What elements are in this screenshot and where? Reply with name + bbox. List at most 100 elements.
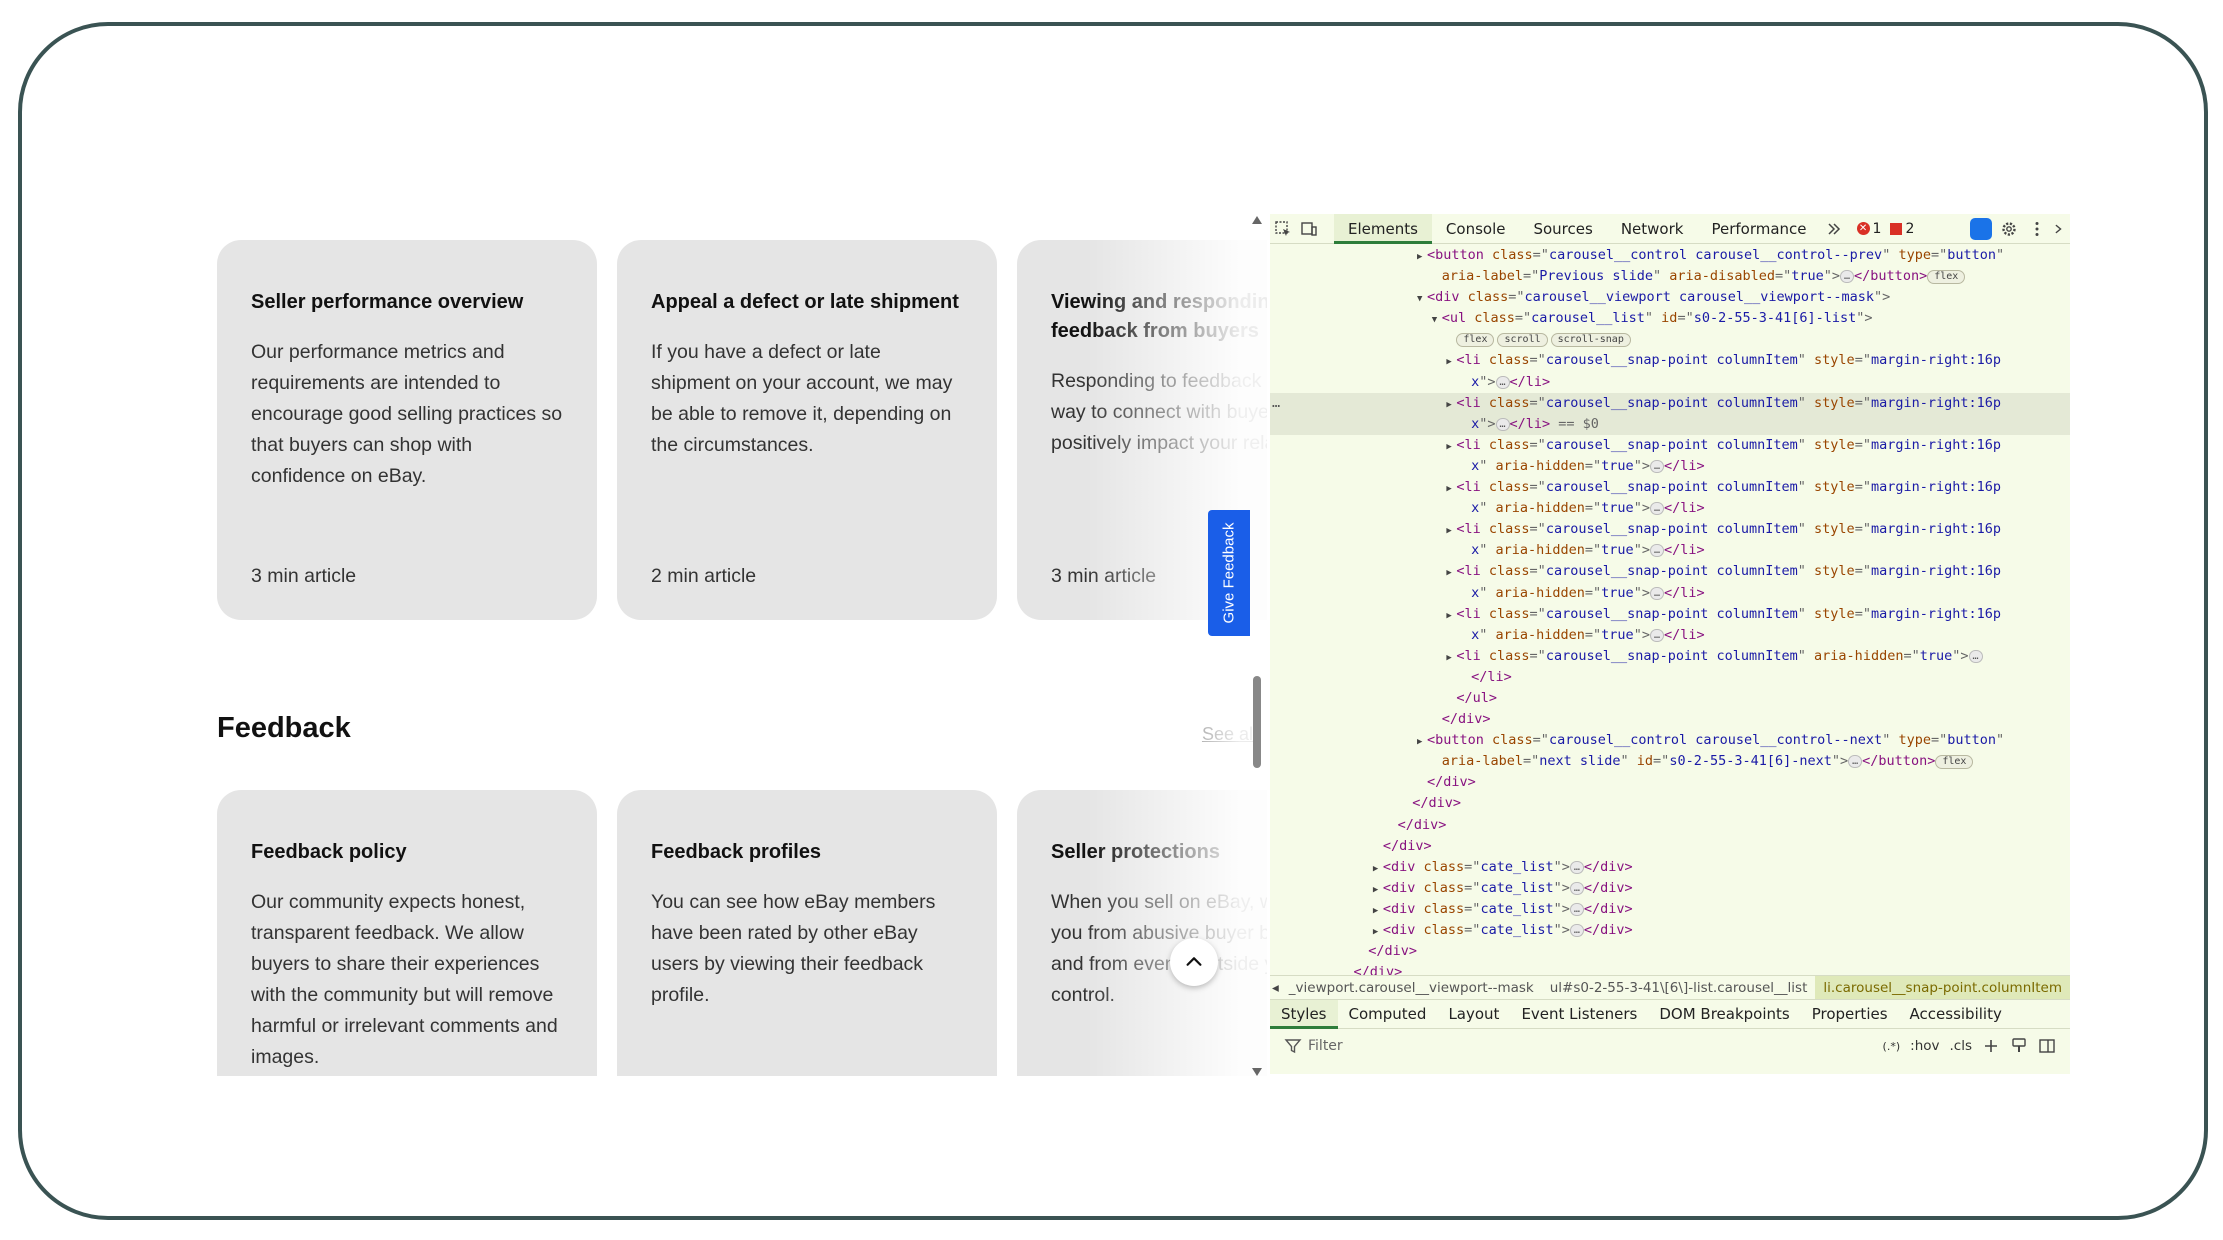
dom-node-line[interactable]: </div> <box>1270 793 2070 814</box>
give-feedback-button[interactable]: Give Feedback <box>1208 510 1250 636</box>
scroll-down-arrow-icon[interactable] <box>1252 1068 1262 1076</box>
collapsed-children-icon[interactable]: … <box>1495 375 1510 389</box>
plus-icon[interactable] <box>1982 1037 2000 1055</box>
layout-badge[interactable]: flex <box>1935 755 1974 770</box>
expand-right-icon[interactable]: ▶ <box>1446 479 1456 500</box>
tab-elements[interactable]: Elements <box>1334 213 1432 244</box>
collapsed-children-icon[interactable]: … <box>1569 924 1584 937</box>
dom-node-line[interactable]: </div> <box>1270 815 2070 836</box>
subtab-accessibility[interactable]: Accessibility <box>1899 1000 2013 1029</box>
expand-right-icon[interactable]: ▶ <box>1417 247 1427 268</box>
expand-right-icon[interactable]: ▶ <box>1446 437 1456 458</box>
expand-right-icon[interactable]: ▶ <box>1446 395 1456 416</box>
gear-icon[interactable] <box>1996 216 2022 242</box>
layout-badge[interactable]: scroll-snap <box>1550 333 1631 348</box>
tab-performance[interactable]: Performance <box>1697 214 1820 244</box>
dom-node-line[interactable]: ▶ <li class="carousel__snap-point columnI… <box>1270 477 2070 498</box>
expand-down-icon[interactable]: ▼ <box>1417 289 1427 310</box>
subtab-styles[interactable]: Styles <box>1270 999 1338 1029</box>
dom-node-line[interactable]: </div> <box>1270 941 2070 962</box>
dom-tree[interactable]: ▶ <button class="carousel__control carous… <box>1270 245 2070 975</box>
dom-node-line[interactable]: x" aria-hidden="true">… </li> <box>1270 583 2070 604</box>
kebab-menu-icon[interactable] <box>2024 216 2050 242</box>
dom-node-line[interactable]: ▼ <ul class="carousel__list" id="s0-2-55-… <box>1270 308 2070 329</box>
inspect-element-icon[interactable] <box>1270 216 1296 242</box>
dom-node-line[interactable]: ▶ <div class="cate_list">… </div> <box>1270 878 2070 899</box>
breadcrumb-item-selected[interactable]: li.carousel__snap-point.columnItem <box>1815 976 2070 999</box>
dom-node-line[interactable]: ▶ <li class="carousel__snap-point columnI… <box>1270 604 2070 625</box>
layout-badge[interactable]: flex <box>1456 333 1495 348</box>
dom-node-line[interactable]: ▶ <div class="cate_list">… </div> <box>1270 899 2070 920</box>
article-card[interactable]: Feedback profiles You can see how eBay m… <box>617 790 997 1076</box>
ai-assistant-icon[interactable] <box>1968 216 1994 242</box>
collapsed-children-icon[interactable]: … <box>1569 902 1584 916</box>
collapsed-children-icon[interactable]: … <box>1649 544 1664 558</box>
filter-input[interactable]: Filter <box>1308 1038 1343 1054</box>
collapsed-children-icon[interactable]: … <box>1569 881 1584 895</box>
expand-right-icon[interactable]: ▶ <box>1417 732 1427 753</box>
dom-node-line[interactable]: ▶ <div class="cate_list">… </div> <box>1270 920 2070 941</box>
tab-sources[interactable]: Sources <box>1519 214 1606 244</box>
collapsed-children-icon[interactable]: … <box>1649 586 1664 600</box>
device-toolbar-icon[interactable] <box>1296 216 1322 242</box>
dom-node-line[interactable]: </div> <box>1270 836 2070 857</box>
expand-right-icon[interactable]: ▶ <box>1373 901 1383 922</box>
breadcrumb-item[interactable]: _viewport.carousel__viewport--mask <box>1281 976 1542 999</box>
regex-toggle[interactable]: (.*) <box>1883 1040 1901 1053</box>
dom-node-line[interactable]: </div> <box>1270 962 2070 975</box>
expand-right-icon[interactable]: ▶ <box>1446 606 1456 627</box>
dom-node-line[interactable]: aria-label="next slide" id="s0-2-55-3-41… <box>1270 751 2070 772</box>
expand-right-icon[interactable]: ▶ <box>1373 880 1383 901</box>
page-scrollbar[interactable] <box>1250 216 1264 1076</box>
breadcrumb-item[interactable]: ul#s0-2-55-3-41\[6\]-list.carousel__list <box>1542 976 1816 999</box>
expand-right-icon[interactable]: ▶ <box>1446 521 1456 542</box>
collapsed-children-icon[interactable]: … <box>1495 417 1510 431</box>
close-icon[interactable] <box>2052 216 2066 242</box>
node-actions-icon[interactable]: … <box>1272 393 1280 414</box>
dom-node-line[interactable]: x">… </li> <box>1270 372 2070 393</box>
dom-node-line[interactable]: x" aria-hidden="true">… </li> <box>1270 498 2070 519</box>
dom-node-line[interactable]: x" aria-hidden="true">… </li> <box>1270 540 2070 561</box>
dom-node-line[interactable]: x" aria-hidden="true">… </li> <box>1270 625 2070 646</box>
error-counter[interactable]: ✕ 1 2 <box>1856 221 1914 237</box>
toggle-sidebar-icon[interactable] <box>2038 1037 2056 1055</box>
dom-node-line[interactable]: x">… </li> == $0 <box>1270 413 2070 435</box>
breadcrumb-scroll-left-icon[interactable]: ◂ <box>1270 980 1281 996</box>
tab-network[interactable]: Network <box>1607 214 1698 244</box>
expand-right-icon[interactable]: ▶ <box>1373 922 1383 943</box>
subtab-dom-breakpoints[interactable]: DOM Breakpoints <box>1648 1000 1800 1029</box>
dom-node-line[interactable]: … ▶ <li class="carousel__snap-point column… <box>1270 392 2070 416</box>
dom-node-line[interactable]: ▶ <li class="carousel__snap-point columnI… <box>1270 350 2070 371</box>
article-card[interactable]: Feedback policy Our community expects ho… <box>217 790 597 1076</box>
back-to-top-button[interactable] <box>1170 938 1218 986</box>
collapsed-children-icon[interactable]: … <box>1840 270 1855 284</box>
paint-brush-icon[interactable] <box>2010 1037 2028 1055</box>
dom-node-line[interactable]: ▶ <li class="carousel__snap-point columnI… <box>1270 519 2070 540</box>
more-tabs-icon[interactable] <box>1821 216 1847 242</box>
subtab-properties[interactable]: Properties <box>1801 1000 1899 1029</box>
see-all-link[interactable]: See all <box>1202 724 1257 745</box>
scroll-up-arrow-icon[interactable] <box>1252 216 1262 224</box>
collapsed-children-icon[interactable]: … <box>1649 502 1664 516</box>
collapsed-children-icon[interactable]: … <box>1968 649 1983 663</box>
article-card[interactable]: Seller performance overview Our performa… <box>217 240 597 620</box>
dom-node-line[interactable]: </ul> <box>1270 688 2070 709</box>
scrollbar-thumb[interactable] <box>1253 676 1261 768</box>
layout-badge[interactable]: scroll <box>1497 333 1548 348</box>
layout-badge[interactable]: flex <box>1927 270 1966 285</box>
dom-node-line[interactable]: ▶ <li class="carousel__snap-point columnI… <box>1270 435 2070 456</box>
collapsed-children-icon[interactable]: … <box>1649 628 1664 642</box>
collapsed-children-icon[interactable]: … <box>1649 459 1664 473</box>
dom-node-line[interactable]: ▶ <li class="carousel__snap-point columnI… <box>1270 561 2070 582</box>
cls-toggle[interactable]: .cls <box>1950 1038 1973 1054</box>
dom-node-line[interactable]: aria-label="Previous slide" aria-disable… <box>1270 266 2070 287</box>
subtab-event-listeners[interactable]: Event Listeners <box>1510 1000 1648 1029</box>
dom-node-line[interactable]: </div> <box>1270 709 2070 730</box>
tab-console[interactable]: Console <box>1432 214 1520 244</box>
dom-node-line[interactable]: ▶ <div class="cate_list">… </div> <box>1270 857 2070 878</box>
expand-right-icon[interactable]: ▶ <box>1373 859 1383 880</box>
dom-node-line[interactable]: flex scroll scroll-snap <box>1270 329 2070 350</box>
expand-right-icon[interactable]: ▶ <box>1446 648 1456 669</box>
expand-right-icon[interactable]: ▶ <box>1446 352 1456 373</box>
collapsed-children-icon[interactable]: … <box>1569 860 1584 874</box>
